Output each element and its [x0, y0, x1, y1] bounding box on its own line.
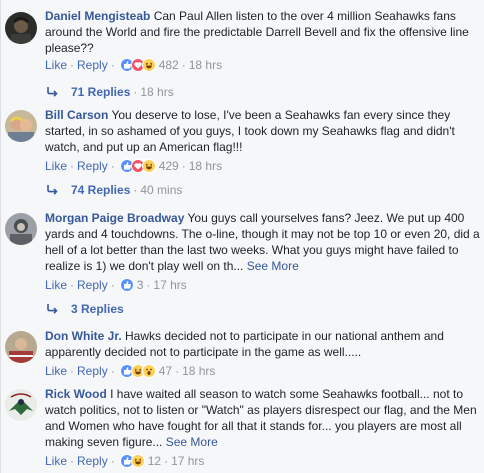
separator: · — [110, 454, 115, 468]
separator: · — [175, 364, 180, 378]
reaction-icons[interactable] — [119, 159, 156, 173]
comment-feed: Daniel Mengisteab Can Paul Allen listen … — [0, 0, 484, 473]
reply-arrow-icon — [47, 87, 58, 97]
comment-actions: Like · Reply · 12 · 17 hrs — [45, 453, 204, 469]
replies-count[interactable]: 3 Replies — [71, 301, 124, 317]
separator: · — [110, 278, 115, 292]
reply-link[interactable]: Reply — [77, 453, 108, 469]
reaction-count[interactable]: 482 — [159, 57, 179, 73]
comment-time[interactable]: 17 hrs — [153, 277, 186, 293]
like-reaction-icon — [119, 278, 134, 292]
comment-time[interactable]: 18 hrs — [189, 57, 222, 73]
comment-time[interactable]: 17 hrs — [171, 453, 204, 469]
like-link[interactable]: Like — [45, 363, 67, 379]
see-more-link[interactable]: See More — [247, 259, 299, 273]
separator: · — [70, 364, 75, 378]
separator: · — [70, 159, 75, 173]
separator: · — [70, 58, 75, 72]
like-link[interactable]: Like — [45, 277, 67, 293]
reply-link[interactable]: Reply — [77, 158, 108, 174]
replies-count[interactable]: 74 Replies — [71, 182, 130, 198]
reaction-count[interactable]: 429 — [159, 158, 179, 174]
reply-arrow-icon — [47, 185, 58, 195]
separator: · — [133, 183, 138, 197]
comment-actions: Like · Reply · 3 · 17 hrs — [45, 277, 187, 293]
wow-reaction-icon — [141, 364, 156, 378]
comment-body: Bill Carson You deserve to lose, I've be… — [45, 107, 481, 155]
separator: · — [70, 454, 75, 468]
reaction-count[interactable]: 47 — [159, 363, 172, 379]
comment-body: Daniel Mengisteab Can Paul Allen listen … — [45, 8, 481, 56]
comment-time[interactable]: 18 hrs — [189, 158, 222, 174]
separator: · — [70, 278, 75, 292]
comment-text: I have waited all season to watch some S… — [45, 387, 477, 449]
reaction-count[interactable]: 12 — [148, 453, 161, 469]
like-link[interactable]: Like — [45, 158, 67, 174]
view-replies-link[interactable]: 71 Replies · 18 hrs — [45, 84, 174, 100]
avatar[interactable] — [5, 12, 37, 44]
replies-time: 18 hrs — [140, 85, 174, 99]
reaction-icons[interactable] — [119, 454, 145, 468]
view-replies-link[interactable]: 3 Replies — [45, 301, 124, 317]
see-more-link[interactable]: See More — [166, 435, 218, 449]
separator: · — [110, 364, 115, 378]
separator: · — [133, 85, 138, 99]
comment-actions: Like · Reply · 47 · 18 hrs — [45, 363, 215, 379]
reply-link[interactable]: Reply — [77, 363, 108, 379]
haha-reaction-icon — [141, 159, 156, 173]
comment-author[interactable]: Bill Carson — [45, 108, 108, 122]
haha-reaction-icon — [141, 58, 156, 72]
comment-time[interactable]: 18 hrs — [182, 363, 215, 379]
reaction-icons[interactable] — [119, 364, 156, 378]
haha-reaction-icon — [130, 454, 145, 468]
avatar[interactable] — [5, 213, 37, 245]
comment-author[interactable]: Daniel Mengisteab — [45, 9, 150, 23]
reaction-icons[interactable] — [119, 58, 156, 72]
separator: · — [181, 58, 186, 72]
comment-body: Rick Wood I have waited all season to wa… — [45, 386, 481, 450]
reply-link[interactable]: Reply — [77, 57, 108, 73]
like-link[interactable]: Like — [45, 57, 67, 73]
avatar[interactable] — [5, 389, 37, 421]
replies-count[interactable]: 71 Replies — [71, 84, 130, 100]
comment-actions: Like · Reply · 482 · 18 hrs — [45, 57, 222, 73]
avatar[interactable] — [5, 331, 37, 363]
separator: · — [110, 58, 115, 72]
reply-arrow-icon — [47, 304, 58, 314]
separator: · — [164, 454, 169, 468]
separator: · — [181, 159, 186, 173]
comment-body: Don White Jr. Hawks decided not to parti… — [45, 328, 481, 360]
reaction-count[interactable]: 3 — [137, 277, 144, 293]
view-replies-link[interactable]: 74 Replies · 40 mins — [45, 182, 182, 198]
comment-actions: Like · Reply · 429 · 18 hrs — [45, 158, 222, 174]
comment-author[interactable]: Rick Wood — [45, 387, 107, 401]
reaction-icons[interactable] — [119, 278, 134, 292]
reply-link[interactable]: Reply — [77, 277, 108, 293]
like-link[interactable]: Like — [45, 453, 67, 469]
avatar[interactable] — [5, 110, 37, 142]
replies-time: 40 mins — [140, 183, 183, 197]
comment-body: Morgan Paige Broadway You guys call your… — [45, 210, 481, 274]
separator: · — [110, 159, 115, 173]
comment-author[interactable]: Morgan Paige Broadway — [45, 211, 184, 225]
separator: · — [146, 278, 151, 292]
comment-author[interactable]: Don White Jr. — [45, 329, 122, 343]
